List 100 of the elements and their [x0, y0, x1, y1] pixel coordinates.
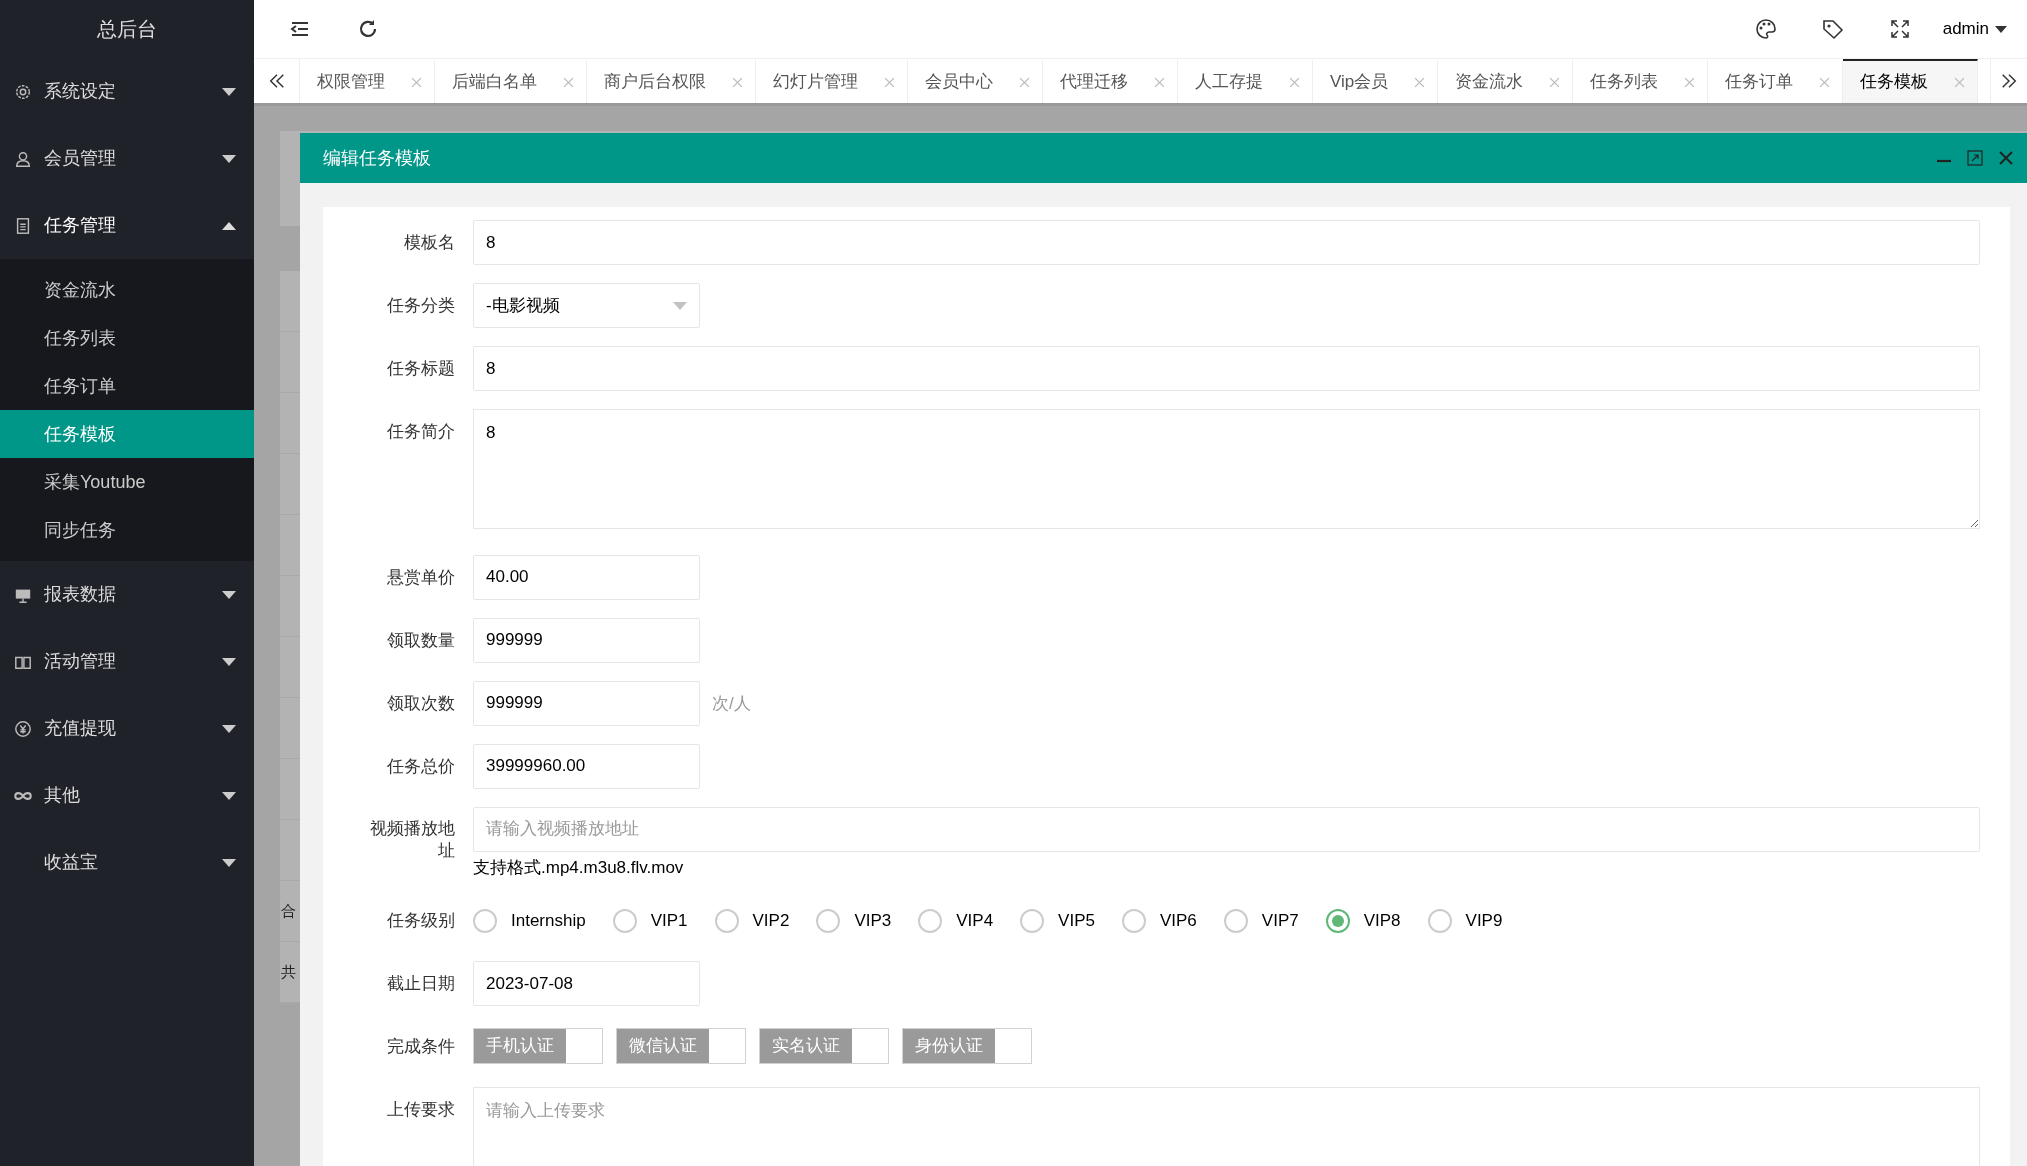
tab[interactable]: 幻灯片管理 [773, 69, 858, 95]
double-left-icon [267, 72, 286, 90]
radio-option[interactable]: VIP7 [1223, 898, 1299, 943]
tab[interactable]: 会员中心 [925, 69, 993, 95]
caret-down-icon [222, 154, 236, 163]
radio-option[interactable]: VIP3 [816, 898, 892, 943]
caret-down-icon [673, 301, 687, 310]
tab[interactable]: 资金流水 [1455, 69, 1524, 95]
radio-option[interactable]: Internship [473, 898, 586, 943]
field-label: 模板名 [403, 232, 456, 254]
maximize-icon[interactable] [1966, 149, 1984, 167]
field-label: 任务级别 [386, 910, 456, 932]
sidebar-item[interactable]: 报表数据 [0, 561, 254, 628]
tab[interactable]: 代理迁移 [1060, 69, 1128, 95]
close-icon[interactable] [1549, 76, 1561, 88]
sidebar-subitem[interactable]: 任务模板 [0, 410, 254, 458]
field-label: 任务标题 [386, 358, 456, 380]
radio-option[interactable]: VIP8 [1325, 898, 1401, 943]
sidebar-subitem[interactable]: 采集Youtube [0, 458, 254, 506]
sidebar-subitem[interactable]: 任务列表 [0, 314, 254, 362]
infinity-icon [14, 790, 32, 801]
radio-option[interactable]: VIP5 [1020, 898, 1095, 943]
text-area[interactable]: 请输入上传要求 [473, 1087, 1980, 1166]
sidebar-subitem[interactable]: 资金流水 [0, 266, 254, 314]
radio-option[interactable]: VIP9 [1427, 898, 1503, 943]
field-label: 任务总价 [386, 755, 456, 778]
tab[interactable]: 人工存提 [1195, 69, 1263, 95]
field-label: 领取数量 [386, 629, 456, 652]
input-field[interactable]: 39999960.00 [473, 743, 700, 789]
caret-down-icon [222, 87, 236, 96]
caret-down-icon [222, 590, 236, 599]
logo-title: 总后台 [97, 17, 157, 42]
palette-icon[interactable] [1754, 18, 1777, 40]
field-label: 任务分类 [386, 295, 456, 317]
input-field[interactable]: 40.00 [473, 554, 700, 600]
tab[interactable]: 任务列表 [1590, 69, 1659, 95]
field-label: 视频播放地址 [369, 817, 456, 862]
sidebar-item[interactable]: 收益宝 [0, 829, 254, 896]
sidebar-subitem[interactable]: 任务订单 [0, 362, 254, 410]
tag-icon[interactable] [1821, 18, 1844, 40]
hint-text: 支持格式.mp4.m3u8.flv.mov [473, 856, 685, 879]
close-icon[interactable] [411, 76, 422, 88]
caret-down-icon [222, 858, 236, 867]
input-field[interactable]: 2023-07-08 [473, 961, 700, 1006]
close-icon[interactable] [563, 76, 574, 88]
radio-option[interactable]: VIP4 [918, 898, 994, 943]
caret-down-icon [222, 724, 236, 733]
gear-icon [14, 82, 32, 101]
close-icon[interactable] [1414, 76, 1426, 88]
sidebar-item[interactable]: 其他 [0, 762, 254, 829]
input-field[interactable]: 999999 [473, 680, 700, 726]
radio-option[interactable]: VIP2 [714, 898, 790, 943]
input-field[interactable]: 8 [473, 220, 1980, 265]
close-icon[interactable] [1289, 76, 1300, 88]
dialog-title: 编辑任务模板 [323, 146, 431, 170]
unit-label: 次/人 [712, 692, 751, 715]
tab[interactable]: 商户后台权限 [604, 69, 706, 95]
yen-icon [14, 719, 32, 738]
sidebar-item[interactable]: 系统设定 [0, 58, 254, 125]
tab[interactable]: 权限管理 [317, 69, 385, 95]
sidebar-subitem[interactable]: 同步任务 [0, 506, 254, 554]
close-icon[interactable] [884, 76, 895, 88]
sidebar-item[interactable]: 充值提现 [0, 695, 254, 762]
field-label: 上传要求 [386, 1099, 456, 1121]
caret-down-icon [1995, 25, 2007, 33]
tab[interactable]: 任务订单 [1725, 69, 1794, 95]
input-field[interactable]: 请输入视频播放地址 [473, 806, 1980, 852]
caret-up-icon [222, 221, 236, 230]
caret-down-icon [222, 791, 236, 800]
input-field[interactable]: 8 [473, 346, 1980, 391]
select-field[interactable]: -电影视频 [473, 283, 700, 328]
close-icon[interactable] [1997, 149, 2015, 167]
text-area[interactable]: 8 [473, 409, 1980, 529]
radio-option[interactable]: VIP6 [1121, 898, 1197, 943]
table-text: 共 [281, 961, 296, 982]
close-icon[interactable] [1154, 76, 1165, 88]
radio-option[interactable]: VIP1 [612, 898, 688, 943]
tab[interactable]: Vip会员 [1330, 69, 1389, 95]
sidebar-item[interactable]: 任务管理 [0, 192, 254, 259]
tab[interactable]: 后端白名单 [452, 69, 537, 95]
close-icon[interactable] [1819, 76, 1831, 88]
caret-down-icon [222, 657, 236, 666]
refresh-icon[interactable] [357, 18, 379, 40]
close-icon[interactable] [1019, 76, 1030, 88]
field-label: 任务简介 [386, 421, 456, 443]
fullscreen-icon[interactable] [1888, 18, 1911, 40]
input-field[interactable]: 999999 [473, 617, 700, 663]
field-label: 完成条件 [386, 1036, 456, 1058]
close-icon[interactable] [1684, 76, 1696, 88]
field-label: 悬赏单价 [386, 566, 456, 589]
user-icon [14, 149, 32, 168]
double-right-icon [2000, 72, 2018, 90]
close-icon[interactable] [732, 76, 743, 88]
table-text: 合 [281, 900, 296, 921]
user-menu[interactable]: admin [1942, 16, 2007, 42]
sidebar-item[interactable]: 活动管理 [0, 628, 254, 695]
sidebar-item[interactable]: 会员管理 [0, 125, 254, 192]
field-label: 截止日期 [386, 973, 456, 995]
field-label: 领取次数 [386, 692, 456, 715]
document-icon [14, 216, 32, 235]
